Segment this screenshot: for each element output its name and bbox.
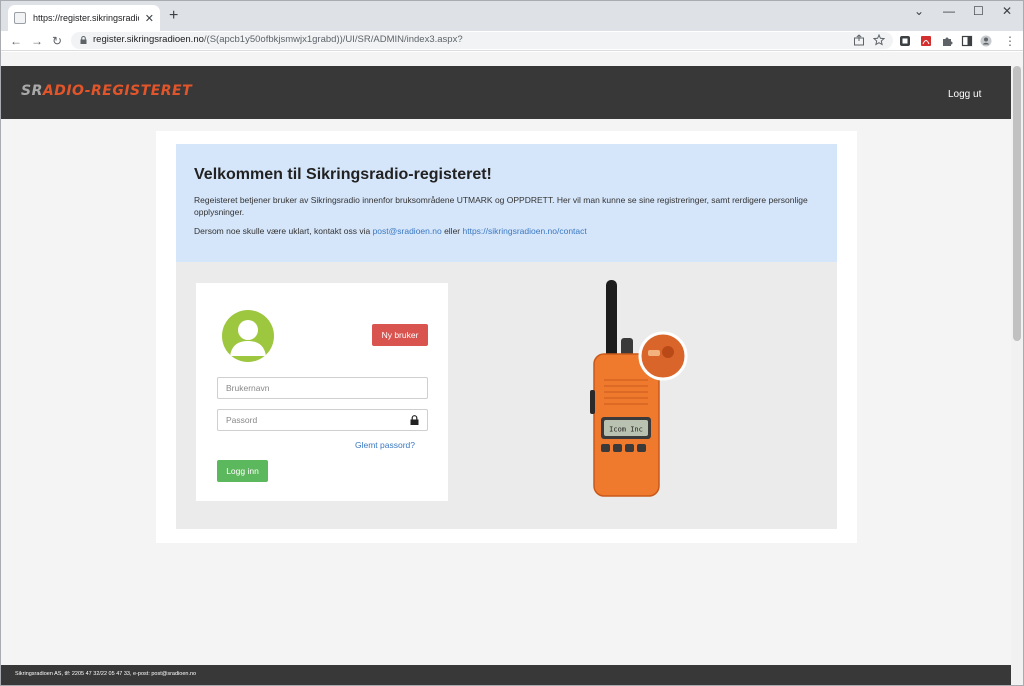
bookmark-star-icon[interactable] bbox=[873, 34, 885, 46]
radio-product-image: Icom Inc bbox=[590, 280, 688, 497]
login-form: Ny bruker Glemt passord? Logg inn bbox=[196, 283, 448, 501]
logout-link[interactable]: Logg ut bbox=[948, 89, 981, 100]
minimize-button[interactable]: — bbox=[943, 4, 955, 18]
profile-avatar-icon[interactable] bbox=[980, 35, 992, 47]
logo-main: ADIO-REGISTERET bbox=[42, 83, 193, 99]
pdf-extension-icon[interactable] bbox=[920, 35, 932, 47]
user-avatar-icon bbox=[222, 310, 274, 362]
username-input[interactable] bbox=[217, 377, 428, 399]
welcome-contact: Dersom noe skulle være uklart, kontakt o… bbox=[194, 226, 587, 236]
tab-strip: https://register.sikringsradioen.no ✕ + … bbox=[1, 1, 1023, 31]
radio-display-text: Icom Inc bbox=[609, 426, 643, 434]
url-text: register.sikringsradioen.no/(S(apcb1y50o… bbox=[93, 34, 463, 45]
login-button[interactable]: Logg inn bbox=[217, 460, 268, 482]
contact-page-link[interactable]: https://sikringsradioen.no/contact bbox=[463, 226, 587, 236]
browser-menu-icon[interactable]: ⋮ bbox=[1004, 33, 1016, 49]
welcome-description: Regeisteret betjener bruker av Sikringsr… bbox=[194, 195, 808, 217]
password-lock-icon bbox=[410, 415, 419, 425]
address-bar[interactable]: register.sikringsradioen.no/(S(apcb1y50o… bbox=[71, 32, 893, 49]
url-host: register.sikringsradioen.no bbox=[93, 34, 204, 45]
main-card: Velkommen til Sikringsradio-registeret! … bbox=[156, 131, 857, 543]
tab-search-chevron-icon[interactable]: ⌄ bbox=[914, 4, 924, 18]
tab-title: https://register.sikringsradioen.no bbox=[33, 13, 139, 23]
browser-window: https://register.sikringsradioen.no ✕ + … bbox=[0, 0, 1024, 686]
welcome-title: Velkommen til Sikringsradio-registeret! bbox=[194, 166, 492, 183]
back-button[interactable]: ← bbox=[10, 33, 22, 49]
scrollbar-thumb[interactable] bbox=[1013, 66, 1021, 341]
contact-prefix: Dersom noe skulle være uklart, kontakt o… bbox=[194, 226, 373, 236]
page-viewport: SRADIO-REGISTERET Logg ut Velkommen til … bbox=[1, 52, 1023, 685]
browser-toolbar: ← → ↻ register.sikringsradioen.no/(S(apc… bbox=[1, 31, 1023, 51]
page-favicon-icon bbox=[14, 12, 26, 24]
url-path: /(S(apcb1y50ofbkjsmwjx1grabd))/UI/SR/ADM… bbox=[203, 34, 463, 45]
password-input[interactable] bbox=[217, 409, 428, 431]
share-icon[interactable] bbox=[853, 34, 865, 46]
site-header: SRADIO-REGISTERET Logg ut bbox=[1, 66, 1011, 119]
new-user-button[interactable]: Ny bruker bbox=[372, 324, 428, 346]
page-scrollbar[interactable] bbox=[1011, 66, 1023, 685]
contact-middle: eller bbox=[441, 226, 463, 236]
close-window-button[interactable]: ✕ bbox=[1002, 4, 1012, 18]
logo-prefix: SR bbox=[21, 83, 43, 99]
lock-icon bbox=[80, 36, 87, 44]
welcome-panel: Velkommen til Sikringsradio-registeret! … bbox=[176, 144, 837, 262]
side-panel-icon[interactable] bbox=[961, 35, 973, 47]
browser-tab[interactable]: https://register.sikringsradioen.no ✕ bbox=[8, 5, 160, 31]
tab-close-icon[interactable]: ✕ bbox=[145, 12, 154, 25]
site-logo[interactable]: SRADIO-REGISTERET bbox=[21, 83, 192, 99]
extension-icon[interactable] bbox=[899, 35, 911, 47]
email-link[interactable]: post@sradioen.no bbox=[373, 226, 442, 236]
puzzle-icon[interactable] bbox=[941, 35, 953, 47]
footer-text: Sikringsradioen AS, tlf: 2205 47 32/22 0… bbox=[15, 671, 197, 677]
login-section: Ny bruker Glemt passord? Logg inn bbox=[176, 262, 837, 529]
site-footer: Sikringsradioen AS, tlf: 2205 47 32/22 0… bbox=[1, 665, 1011, 685]
maximize-button[interactable]: ☐ bbox=[973, 4, 984, 18]
forgot-password-link[interactable]: Glemt passord? bbox=[355, 440, 415, 450]
new-tab-button[interactable]: + bbox=[169, 7, 178, 25]
forward-button[interactable]: → bbox=[31, 33, 43, 49]
reload-button[interactable]: ↻ bbox=[52, 33, 62, 49]
